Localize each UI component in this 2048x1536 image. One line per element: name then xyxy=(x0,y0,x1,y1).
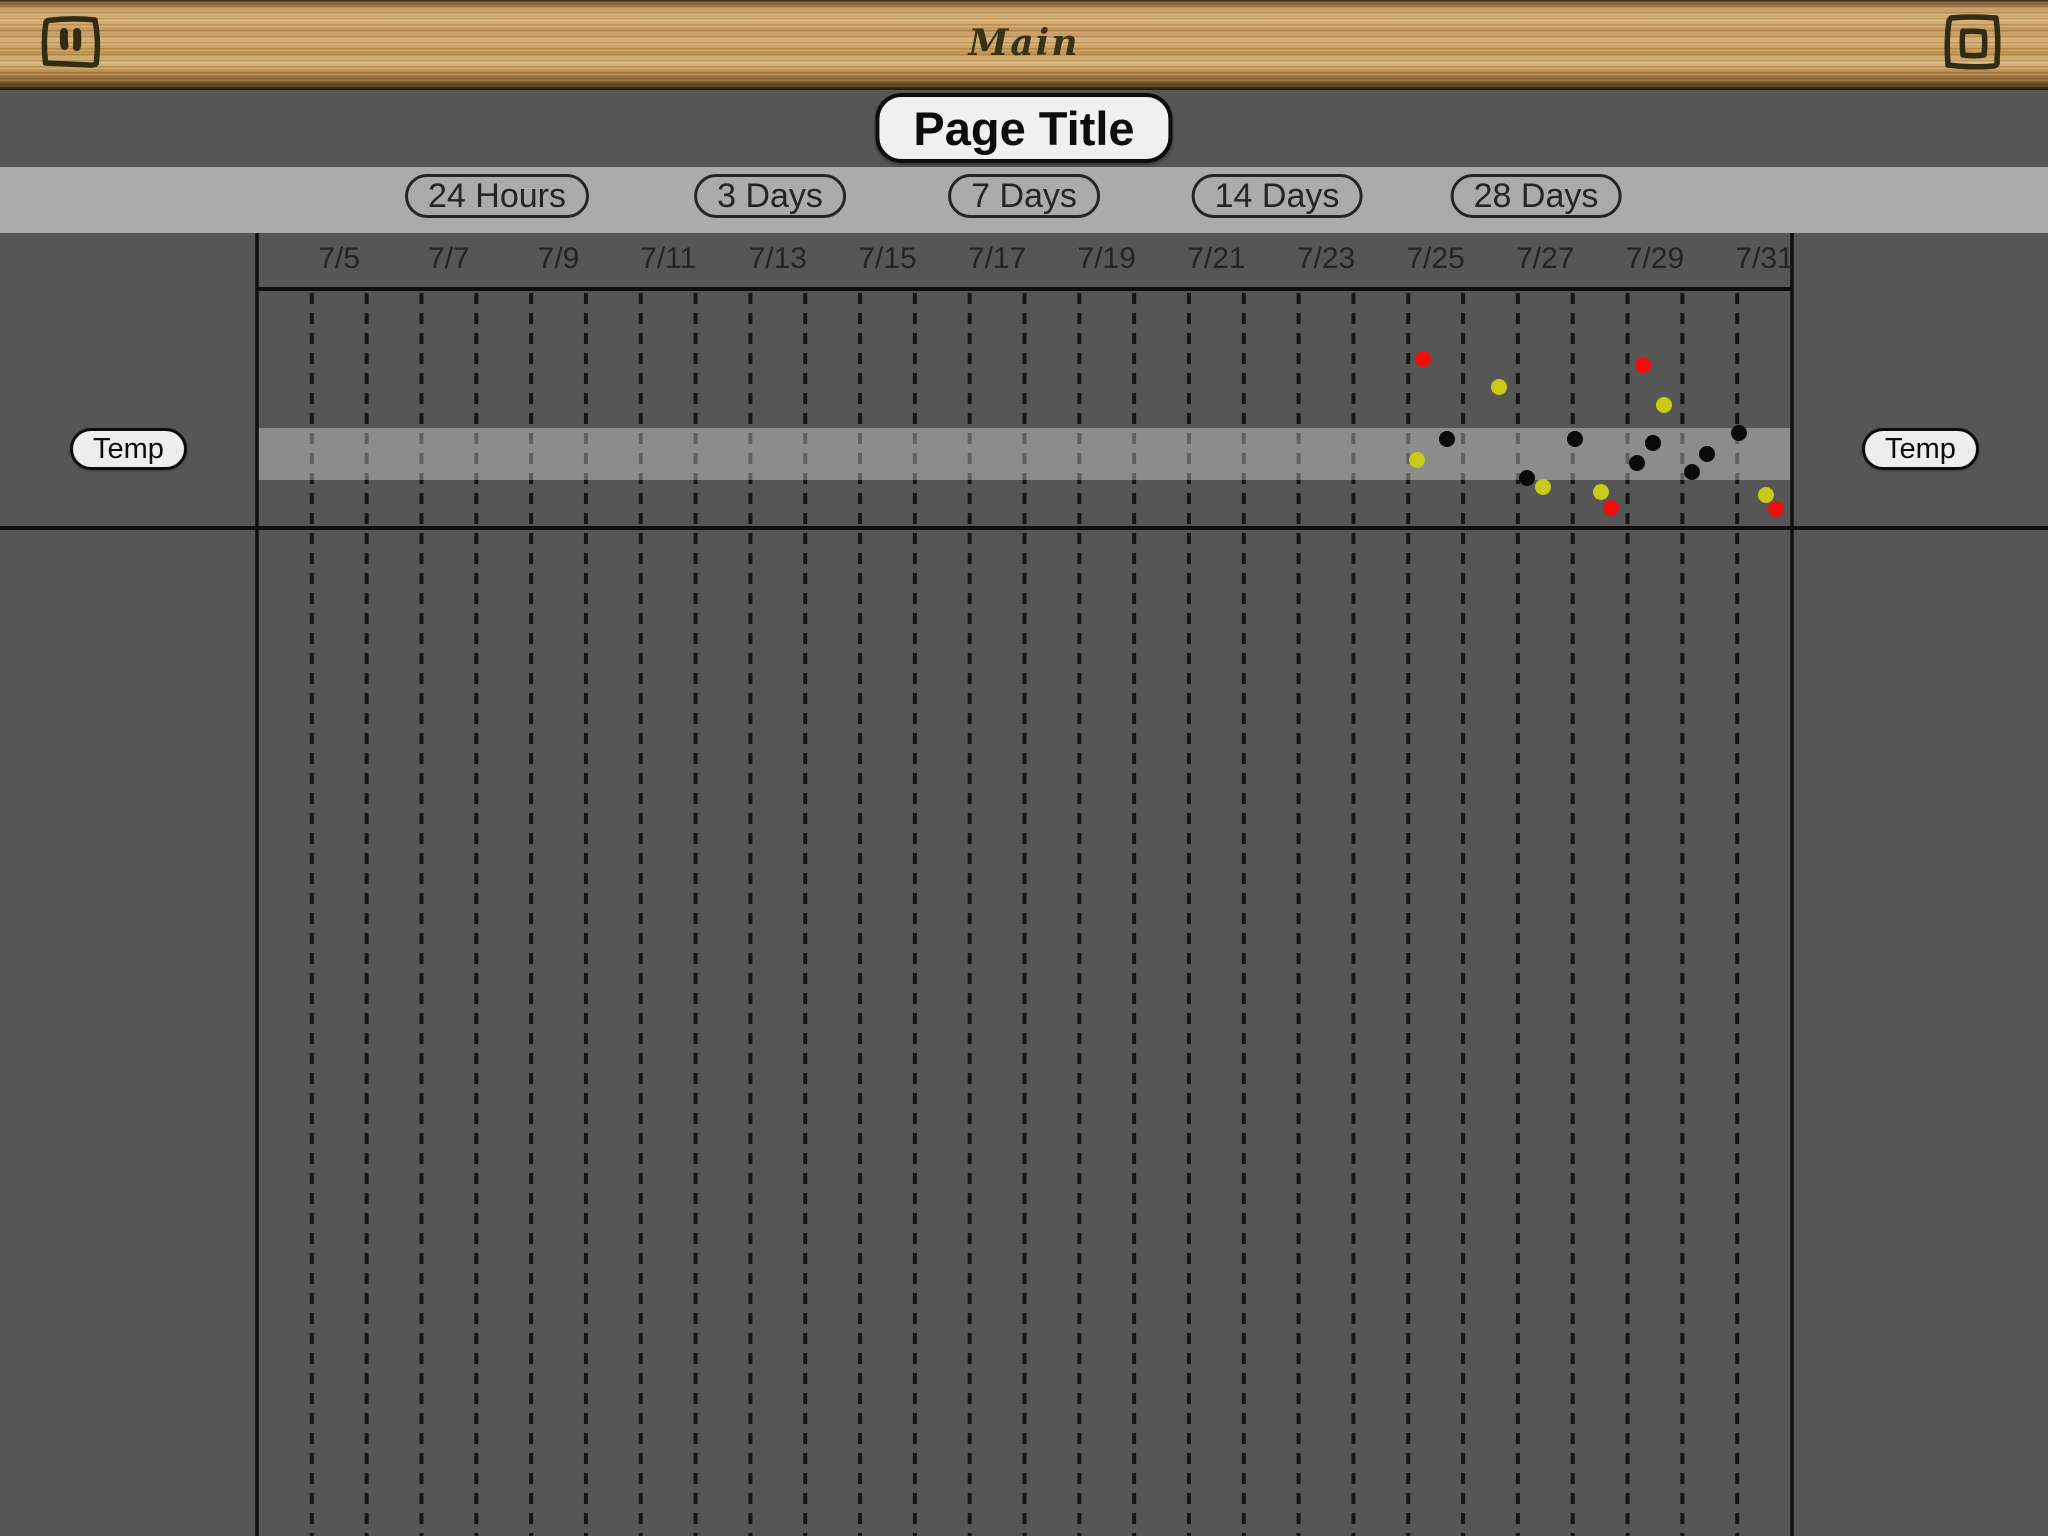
data-point-red xyxy=(1415,351,1431,367)
x-tick-label: 7/13 xyxy=(749,242,807,275)
x-tick-label: 7/23 xyxy=(1297,242,1355,275)
data-point-yellow xyxy=(1593,484,1609,500)
data-point-black xyxy=(1684,464,1700,480)
x-tick-label: 7/29 xyxy=(1626,242,1684,275)
data-point-yellow xyxy=(1656,397,1672,413)
data-point-red xyxy=(1603,500,1619,516)
x-tick-label: 7/15 xyxy=(858,242,916,275)
x-tick-label: 7/31 xyxy=(1735,242,1793,275)
data-point-black xyxy=(1699,446,1715,462)
x-tick-label: 7/27 xyxy=(1516,242,1574,275)
data-point-yellow xyxy=(1758,487,1774,503)
x-tick-label: 7/11 xyxy=(640,242,696,275)
app-window: Main Page Title 24 Hours 3 Days 7 Days 1… xyxy=(0,0,2048,1536)
x-tick-label: 7/7 xyxy=(428,242,470,275)
target-band xyxy=(257,428,1792,480)
x-tick-label: 7/5 xyxy=(318,242,360,275)
data-point-red xyxy=(1635,357,1651,373)
data-point-black xyxy=(1645,435,1661,451)
x-tick-label: 7/21 xyxy=(1187,242,1245,275)
temp-label-left[interactable]: Temp xyxy=(70,428,187,470)
data-point-black xyxy=(1439,431,1455,447)
data-point-black xyxy=(1629,455,1645,471)
x-tick-label: 7/17 xyxy=(968,242,1026,275)
data-point-yellow xyxy=(1409,452,1425,468)
temp-scatter-chart: 7/5 7/7 7/9 7/11 7/13 7/15 7/17 7/19 7/21 7/23 7/2… xyxy=(0,0,2048,1536)
data-point-yellow xyxy=(1535,479,1551,495)
x-tick-label: 7/19 xyxy=(1078,242,1136,275)
x-tick-label: 7/25 xyxy=(1406,242,1464,275)
data-point-red xyxy=(1768,501,1784,517)
data-point-black xyxy=(1567,431,1583,447)
data-point-black xyxy=(1731,425,1747,441)
x-tick-label: 7/9 xyxy=(538,242,580,275)
data-point-black xyxy=(1519,470,1535,486)
data-point-yellow xyxy=(1491,379,1507,395)
temp-label-right[interactable]: Temp xyxy=(1862,428,1979,470)
